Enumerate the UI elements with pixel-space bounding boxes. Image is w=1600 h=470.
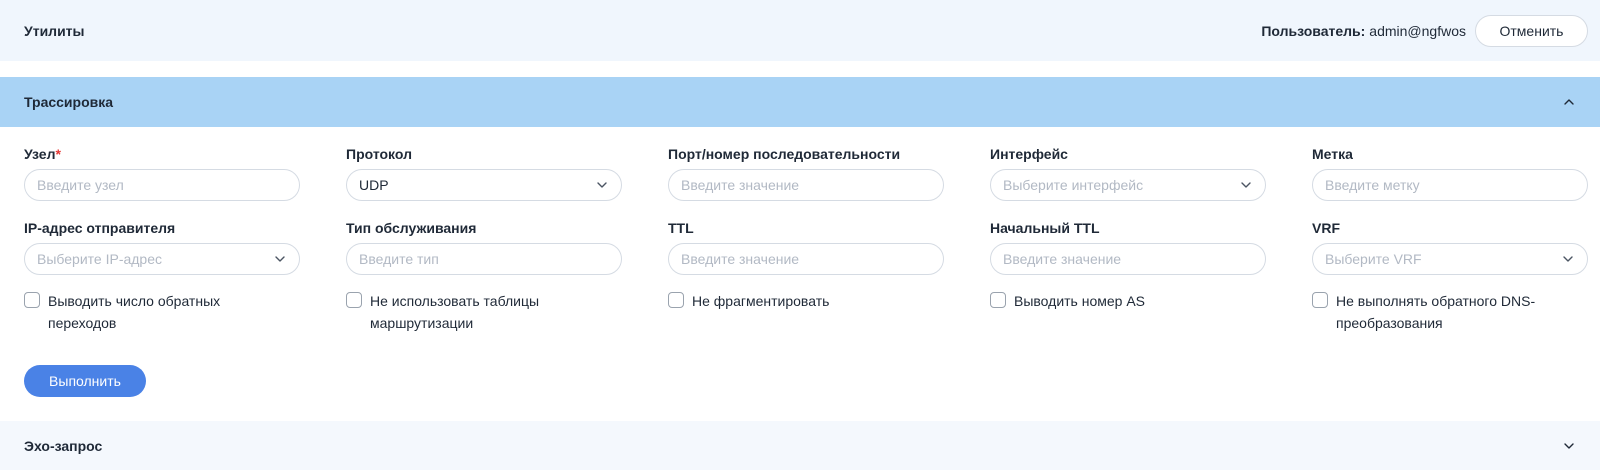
initial-ttl-label: Начальный TTL bbox=[990, 220, 1100, 236]
field-interface: Интерфейс Выберите интерфейс bbox=[990, 144, 1266, 201]
field-vrf: VRF Выберите VRF bbox=[1312, 218, 1588, 275]
chevron-up-icon[interactable] bbox=[1562, 95, 1576, 109]
interface-label: Интерфейс bbox=[990, 146, 1068, 162]
checkbox-show-as[interactable]: Выводить номер AS bbox=[990, 290, 1270, 312]
protocol-select[interactable]: UDP bbox=[346, 169, 622, 201]
protocol-value: UDP bbox=[359, 177, 389, 193]
checkbox-no-fragment[interactable]: Не фрагментировать bbox=[668, 290, 948, 312]
checkbox-no-routing[interactable]: Не использовать таблицы маршрутизации bbox=[346, 290, 576, 334]
checkbox-show-as-box[interactable] bbox=[990, 292, 1006, 308]
top-bar: Утилиты Пользователь: admin@ngfwos Отмен… bbox=[0, 0, 1600, 61]
checkbox-no-routing-box[interactable] bbox=[346, 292, 362, 308]
user-label: Пользователь: bbox=[1261, 22, 1366, 39]
checkbox-no-dns-label: Не выполнять обратного DNS-преобразовани… bbox=[1336, 293, 1536, 331]
field-ttl: TTL bbox=[668, 218, 944, 275]
protocol-label: Протокол bbox=[346, 146, 412, 162]
field-port: Порт/номер последовательности bbox=[668, 144, 944, 201]
field-initial-ttl: Начальный TTL bbox=[990, 218, 1266, 275]
field-host: Узел* bbox=[24, 144, 300, 201]
section-title-traceroute: Трассировка bbox=[24, 94, 114, 110]
cancel-button[interactable]: Отменить bbox=[1475, 14, 1588, 47]
host-input[interactable] bbox=[24, 169, 300, 201]
field-tos: Тип обслуживания bbox=[346, 218, 622, 275]
chevron-down-icon[interactable] bbox=[1562, 439, 1576, 453]
ttl-input[interactable] bbox=[668, 243, 944, 275]
user-name: admin@ngfwos bbox=[1369, 22, 1466, 39]
checkbox-show-hops-box[interactable] bbox=[24, 292, 40, 308]
vrf-select[interactable]: Выберите VRF bbox=[1312, 243, 1588, 275]
tag-label: Метка bbox=[1312, 146, 1353, 162]
tos-label: Тип обслуживания bbox=[346, 220, 477, 236]
required-mark: * bbox=[55, 146, 61, 162]
port-label: Порт/номер последовательности bbox=[668, 146, 901, 162]
source-ip-select[interactable]: Выберите IP-адрес bbox=[24, 243, 300, 275]
field-source-ip: IP-адрес отправителя Выберите IP-адрес bbox=[24, 218, 300, 275]
section-title-ping: Эхо-запрос bbox=[24, 437, 103, 454]
checkbox-no-routing-label: Не использовать таблицы маршрутизации bbox=[370, 293, 540, 331]
checkbox-show-hops[interactable]: Выводить число обратных переходов bbox=[24, 290, 254, 334]
port-input[interactable] bbox=[668, 169, 944, 201]
ttl-label: TTL bbox=[668, 220, 694, 236]
checkbox-no-fragment-label: Не фрагментировать bbox=[692, 293, 830, 309]
interface-placeholder: Выберите интерфейс bbox=[1003, 177, 1144, 193]
field-protocol: Протокол UDP bbox=[346, 144, 622, 201]
vrf-placeholder: Выберите VRF bbox=[1325, 251, 1422, 267]
interface-select[interactable]: Выберите интерфейс bbox=[990, 169, 1266, 201]
checkbox-show-hops-label: Выводить число обратных переходов bbox=[48, 293, 221, 331]
chevron-down-icon bbox=[595, 178, 609, 192]
section-header-ping[interactable]: Эхо-запрос bbox=[0, 421, 1600, 470]
source-ip-label: IP-адрес отправителя bbox=[24, 220, 176, 236]
checkbox-show-as-label: Выводить номер AS bbox=[1014, 293, 1146, 309]
chevron-down-icon bbox=[1239, 178, 1253, 192]
field-tag: Метка bbox=[1312, 144, 1588, 201]
initial-ttl-input[interactable] bbox=[990, 243, 1266, 275]
chevron-down-icon bbox=[273, 252, 287, 266]
section-header-traceroute[interactable]: Трассировка bbox=[0, 77, 1600, 127]
host-label: Узел* bbox=[24, 146, 61, 162]
chevron-down-icon bbox=[1561, 252, 1575, 266]
checkbox-no-dns-box[interactable] bbox=[1312, 292, 1328, 308]
checkbox-no-fragment-box[interactable] bbox=[668, 292, 684, 308]
checkbox-no-dns[interactable]: Не выполнять обратного DNS-преобразовани… bbox=[1312, 290, 1562, 334]
tag-input[interactable] bbox=[1312, 169, 1588, 201]
run-button[interactable]: Выполнить bbox=[24, 365, 146, 397]
user-area: Пользователь: admin@ngfwos Отменить bbox=[1261, 14, 1588, 47]
vrf-label: VRF bbox=[1312, 220, 1340, 236]
page-title: Утилиты bbox=[24, 22, 85, 39]
traceroute-form: Узел* Протокол UDP Порт/номер последоват… bbox=[0, 127, 1600, 421]
tos-input[interactable] bbox=[346, 243, 622, 275]
source-ip-placeholder: Выберите IP-адрес bbox=[37, 251, 163, 267]
